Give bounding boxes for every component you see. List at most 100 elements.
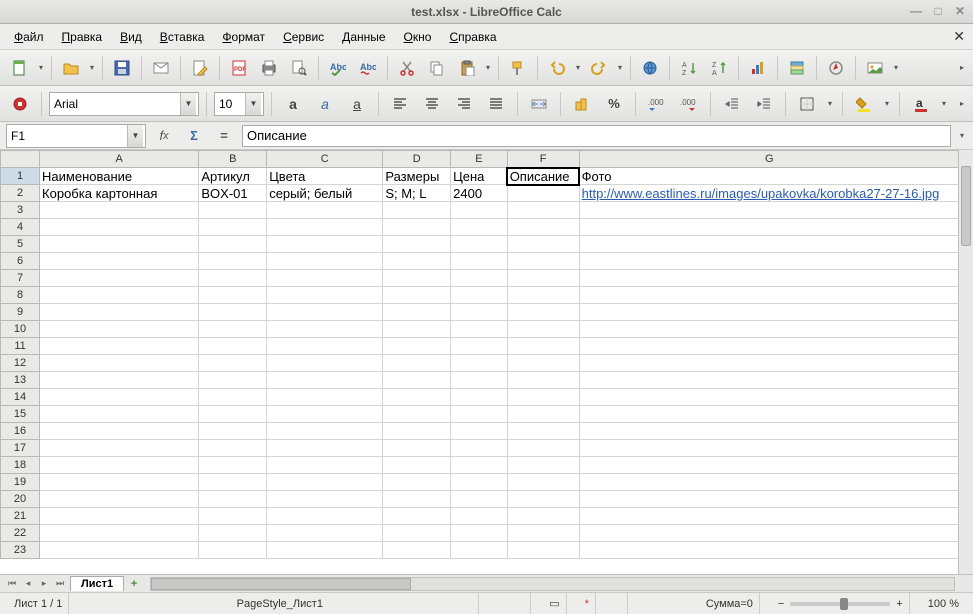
sum-icon[interactable]: Σ bbox=[182, 125, 206, 147]
menu-view[interactable]: Вид bbox=[112, 27, 150, 47]
cell-C23[interactable] bbox=[267, 542, 383, 559]
cell-A5[interactable] bbox=[40, 236, 199, 253]
cell-D3[interactable] bbox=[383, 202, 451, 219]
col-header-A[interactable]: A bbox=[40, 151, 199, 168]
row-header-18[interactable]: 18 bbox=[1, 457, 40, 474]
cell-A6[interactable] bbox=[40, 253, 199, 270]
cell-F6[interactable] bbox=[507, 253, 579, 270]
add-sheet-icon[interactable]: + bbox=[126, 577, 142, 591]
save-icon[interactable] bbox=[108, 54, 136, 82]
cell-D23[interactable] bbox=[383, 542, 451, 559]
minimize-icon[interactable]: — bbox=[909, 4, 923, 18]
horizontal-scrollbar[interactable] bbox=[150, 577, 955, 591]
pdf-icon[interactable]: PDF bbox=[225, 54, 253, 82]
cell-A19[interactable] bbox=[40, 474, 199, 491]
cell-B9[interactable] bbox=[199, 304, 267, 321]
paste-icon[interactable] bbox=[453, 54, 481, 82]
cell-G6[interactable] bbox=[579, 253, 959, 270]
email-icon[interactable] bbox=[147, 54, 175, 82]
zoom-in-icon[interactable]: + bbox=[896, 598, 902, 610]
cell-B21[interactable] bbox=[199, 508, 267, 525]
col-header-D[interactable]: D bbox=[383, 151, 451, 168]
cell-C18[interactable] bbox=[267, 457, 383, 474]
row-header-7[interactable]: 7 bbox=[1, 270, 40, 287]
align-center-icon[interactable] bbox=[418, 90, 446, 118]
cell-E12[interactable] bbox=[451, 355, 508, 372]
menu-format[interactable]: Формат bbox=[214, 27, 273, 47]
close-document-icon[interactable]: ✕ bbox=[953, 28, 965, 45]
cell-F1[interactable]: Описание bbox=[507, 168, 579, 185]
cell-B11[interactable] bbox=[199, 338, 267, 355]
cell-E11[interactable] bbox=[451, 338, 508, 355]
redo-icon[interactable] bbox=[585, 54, 613, 82]
function-icon[interactable]: = bbox=[212, 125, 236, 147]
cut-icon[interactable] bbox=[393, 54, 421, 82]
merge-cells-icon[interactable] bbox=[525, 90, 553, 118]
cell-G14[interactable] bbox=[579, 389, 959, 406]
font-name-combo[interactable]: Arial▼ bbox=[49, 92, 199, 116]
new-icon[interactable] bbox=[6, 54, 34, 82]
align-justify-icon[interactable] bbox=[482, 90, 510, 118]
copy-icon[interactable] bbox=[423, 54, 451, 82]
row-header-12[interactable]: 12 bbox=[1, 355, 40, 372]
row-header-3[interactable]: 3 bbox=[1, 202, 40, 219]
print-icon[interactable] bbox=[255, 54, 283, 82]
borders-icon[interactable] bbox=[793, 90, 821, 118]
styles-icon[interactable] bbox=[6, 90, 34, 118]
row-header-2[interactable]: 2 bbox=[1, 185, 40, 202]
cell-C20[interactable] bbox=[267, 491, 383, 508]
cell-B20[interactable] bbox=[199, 491, 267, 508]
cell-G15[interactable] bbox=[579, 406, 959, 423]
cell-C1[interactable]: Цвета bbox=[267, 168, 383, 185]
cell-D20[interactable] bbox=[383, 491, 451, 508]
cell-E22[interactable] bbox=[451, 525, 508, 542]
row-header-9[interactable]: 9 bbox=[1, 304, 40, 321]
cell-D8[interactable] bbox=[383, 287, 451, 304]
bold-icon[interactable]: a bbox=[279, 90, 307, 118]
sort-desc-icon[interactable]: ZA bbox=[705, 54, 733, 82]
cell-C3[interactable] bbox=[267, 202, 383, 219]
menu-tools[interactable]: Сервис bbox=[275, 27, 332, 47]
undo-dropdown[interactable]: ▾ bbox=[573, 63, 583, 72]
cell-A21[interactable] bbox=[40, 508, 199, 525]
row-header-20[interactable]: 20 bbox=[1, 491, 40, 508]
grid[interactable]: ABCDEFG1НаименованиеАртикулЦветаРазмерыЦ… bbox=[0, 150, 960, 559]
cell-G18[interactable] bbox=[579, 457, 959, 474]
cell-E1[interactable]: Цена bbox=[451, 168, 508, 185]
cell-A1[interactable]: Наименование bbox=[40, 168, 199, 185]
cell-F3[interactable] bbox=[507, 202, 579, 219]
increase-indent-icon[interactable] bbox=[750, 90, 778, 118]
undo-icon[interactable] bbox=[543, 54, 571, 82]
cell-B1[interactable]: Артикул bbox=[199, 168, 267, 185]
formula-expand[interactable]: ▾ bbox=[957, 131, 967, 140]
chart-icon[interactable] bbox=[744, 54, 772, 82]
cell-D18[interactable] bbox=[383, 457, 451, 474]
col-header-G[interactable]: G bbox=[579, 151, 959, 168]
fontcolor-dropdown[interactable]: ▾ bbox=[939, 99, 949, 108]
underline-icon[interactable]: a bbox=[343, 90, 371, 118]
menu-data[interactable]: Данные bbox=[334, 27, 393, 47]
row-header-15[interactable]: 15 bbox=[1, 406, 40, 423]
decrease-indent-icon[interactable] bbox=[718, 90, 746, 118]
cell-E19[interactable] bbox=[451, 474, 508, 491]
cell-input[interactable]: Описание bbox=[242, 125, 951, 147]
cell-G7[interactable] bbox=[579, 270, 959, 287]
cell-G1[interactable]: Фото bbox=[579, 168, 959, 185]
menu-insert[interactable]: Вставка bbox=[152, 27, 213, 47]
cell-E8[interactable] bbox=[451, 287, 508, 304]
cell-B7[interactable] bbox=[199, 270, 267, 287]
cell-G8[interactable] bbox=[579, 287, 959, 304]
row-header-10[interactable]: 10 bbox=[1, 321, 40, 338]
row-header-5[interactable]: 5 bbox=[1, 236, 40, 253]
tab-last-icon[interactable]: ⏭ bbox=[52, 578, 68, 589]
cell-D19[interactable] bbox=[383, 474, 451, 491]
col-header-F[interactable]: F bbox=[507, 151, 579, 168]
row-header-1[interactable]: 1 bbox=[1, 168, 40, 185]
zoom-control[interactable]: − + bbox=[772, 593, 910, 614]
paste-dropdown[interactable]: ▾ bbox=[483, 63, 493, 72]
function-wizard-icon[interactable]: fx bbox=[152, 125, 176, 147]
status-insert-mode[interactable] bbox=[491, 593, 531, 614]
row-header-22[interactable]: 22 bbox=[1, 525, 40, 542]
cell-C6[interactable] bbox=[267, 253, 383, 270]
cell-D22[interactable] bbox=[383, 525, 451, 542]
